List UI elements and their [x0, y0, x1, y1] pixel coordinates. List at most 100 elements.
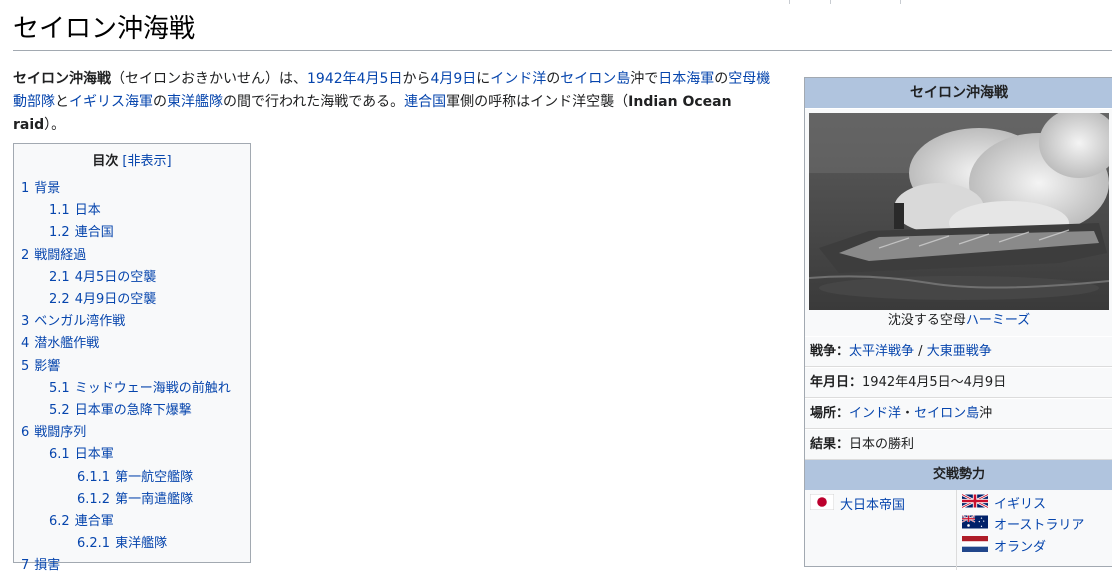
toc-item[interactable]: 6.2.1 東洋艦隊 — [14, 533, 250, 555]
toc-num: 2.2 — [49, 292, 70, 308]
link-hermes[interactable]: ハーミーズ — [966, 313, 1030, 328]
war-row: 戦争：太平洋戦争 / 大東亜戦争 — [805, 336, 1112, 367]
toc-item[interactable]: 5.1 ミッドウェー海戦の前触れ — [14, 378, 250, 400]
toc-item[interactable]: 6 戦闘序列 — [14, 422, 250, 444]
link-ceylon[interactable]: セイロン島 — [560, 71, 630, 87]
result-row: 結果：日本の勝利 — [805, 429, 1112, 460]
separator: ： — [836, 344, 850, 359]
intro-text: と — [55, 94, 69, 110]
toc-item[interactable]: 6.1.2 第一南遣艦隊 — [14, 489, 250, 511]
toc-label: 4月5日の空襲 — [74, 269, 157, 285]
belligerents-table: 大日本帝国 イギリス オーストラリア オランダ — [805, 490, 1112, 570]
intro-text: 沖で — [630, 71, 659, 87]
toc-num: 1.2 — [49, 225, 70, 241]
intro-text: の — [546, 71, 561, 87]
link-ceylon-infobox[interactable]: セイロン島 — [914, 406, 979, 421]
link-indian-ocean-infobox[interactable]: インド洋 — [849, 406, 901, 421]
toc-num: 1 — [21, 181, 30, 196]
toc-item[interactable]: 1.2 連合国 — [14, 222, 250, 244]
ally-netherlands: オランダ — [962, 536, 1084, 559]
intro-paragraph: セイロン沖海戦（セイロンおきかいせん）は、1942年4月5日から4月9日にインド… — [13, 68, 783, 137]
toc-num: 1.1 — [49, 203, 70, 219]
toc-item[interactable]: 6.2 連合軍 — [14, 511, 250, 533]
toc-item[interactable]: 7 損害 — [14, 555, 250, 577]
link-1942[interactable]: 1942年 — [307, 71, 357, 87]
toc-item[interactable]: 5.2 日本軍の急降下爆撃 — [14, 400, 250, 422]
toc-item[interactable]: 6.1.1 第一航空艦隊 — [14, 467, 250, 489]
separator: ： — [836, 406, 850, 421]
toc-item[interactable]: 6.1 日本軍 — [14, 444, 250, 466]
toc-label: 4月9日の空襲 — [74, 292, 157, 308]
tab-divider — [830, 0, 831, 4]
toc-num: 5 — [21, 358, 30, 374]
intro-text: から — [402, 71, 431, 87]
netherlands-flag-icon — [962, 536, 988, 559]
toc-item[interactable]: 2.2 4月9日の空襲 — [14, 289, 250, 311]
place-label: 場所 — [810, 406, 837, 421]
result-value: 日本の勝利 — [849, 437, 915, 452]
link-empire-of-japan[interactable]: 大日本帝国 — [840, 498, 905, 513]
toc-label: 損害 — [34, 558, 61, 574]
separator: ・ — [901, 406, 915, 421]
toc-item[interactable]: 5 影響 — [14, 356, 250, 378]
toc-num: 2.1 — [49, 269, 70, 285]
intro-title-bold: セイロン沖海戦 — [13, 71, 111, 87]
link-eastern-fleet[interactable]: 東洋艦隊 — [167, 94, 223, 110]
toc-list: 1 背景 1.1 日本 1.2 連合国 2 戦闘経過 2.1 4月5日の空襲 2.2 4月9… — [14, 178, 250, 578]
toc-item[interactable]: 1.1 日本 — [14, 200, 250, 222]
toc-label: 第一南遣艦隊 — [115, 491, 194, 507]
link-allies[interactable]: 連合国 — [404, 94, 446, 110]
war-label: 戦争 — [810, 344, 837, 359]
table-of-contents: 目次 [非表示] 1 背景 1.1 日本 1.2 連合国 2 戦闘経過 2.1 4月5日の空… — [13, 143, 251, 573]
link-indian-ocean[interactable]: インド洋 — [490, 71, 546, 87]
toc-num: 6.2 — [49, 514, 70, 530]
toc-toggle[interactable]: [非表示] — [122, 154, 171, 169]
toc-label: 影響 — [34, 358, 61, 374]
toc-title: 目次 — [92, 154, 119, 169]
toc-label: 連合国 — [74, 225, 114, 241]
toc-label: 日本軍の急降下爆撃 — [74, 403, 192, 419]
toc-hide-link[interactable]: [非表示] — [122, 154, 171, 169]
intro-text: の — [714, 71, 729, 87]
link-netherlands[interactable]: オランダ — [994, 540, 1046, 555]
toc-label: 第一航空艦隊 — [115, 469, 194, 485]
toc-label: 日本 — [74, 203, 101, 219]
column-divider — [956, 490, 957, 570]
link-ijn[interactable]: 日本海軍 — [658, 71, 714, 87]
toc-item[interactable]: 3 ベンガル湾作戦 — [14, 311, 250, 333]
tab-divider — [900, 0, 901, 4]
toc-num: 6.1.1 — [77, 469, 111, 485]
link-greater-east-asia-war[interactable]: 大東亜戦争 — [927, 344, 992, 359]
date-label: 年月日 — [810, 375, 850, 390]
toc-label: 日本軍 — [74, 447, 114, 463]
intro-text: （セイロンおきかいせん）は、 — [111, 71, 307, 87]
toc-label: 背景 — [34, 181, 61, 196]
infobox: セイロン沖海戦 沈没する空母ハーミーズ 戦争：太平洋戦争 / 大東亜戦争 年月日… — [804, 77, 1112, 570]
toc-item[interactable]: 4 潜水艦作戦 — [14, 333, 250, 355]
toc-item[interactable]: 2.1 4月5日の空襲 — [14, 267, 250, 289]
link-pacific-war[interactable]: 太平洋戦争 — [849, 344, 914, 359]
link-apr9[interactable]: 4月9日 — [430, 71, 476, 87]
ally-uk: イギリス — [961, 493, 1084, 515]
page-title: セイロン沖海戦 — [13, 8, 1112, 51]
intro-text: の — [153, 94, 167, 110]
result-label: 結果 — [810, 437, 837, 452]
toc-item[interactable]: 1 背景 — [14, 178, 250, 200]
place-row: 場所：インド洋・セイロン島沖 — [805, 398, 1112, 429]
toc-label: 戦闘序列 — [34, 425, 87, 441]
link-royal-navy[interactable]: イギリス海軍 — [69, 94, 153, 110]
date-row: 年月日：1942年4月5日～4月9日 — [805, 367, 1112, 398]
toc-num: 6.2.1 — [77, 536, 111, 552]
toc-num: 5.2 — [49, 403, 70, 419]
toc-num: 5.1 — [49, 380, 70, 396]
link-uk[interactable]: イギリス — [994, 497, 1046, 512]
ally-australia: オーストラリア — [961, 514, 1084, 536]
link-australia[interactable]: オーストラリア — [994, 518, 1084, 533]
toc-label: ベンガル湾作戦 — [34, 314, 126, 330]
link-apr5[interactable]: 4月5日 — [357, 71, 403, 87]
intro-text: に — [476, 71, 491, 87]
toc-label: 東洋艦隊 — [115, 536, 168, 552]
toc-heading: 目次 [非表示] — [14, 152, 250, 172]
toc-item[interactable]: 2 戦闘経過 — [14, 245, 250, 267]
sinking-carrier-photo[interactable] — [809, 113, 1109, 310]
